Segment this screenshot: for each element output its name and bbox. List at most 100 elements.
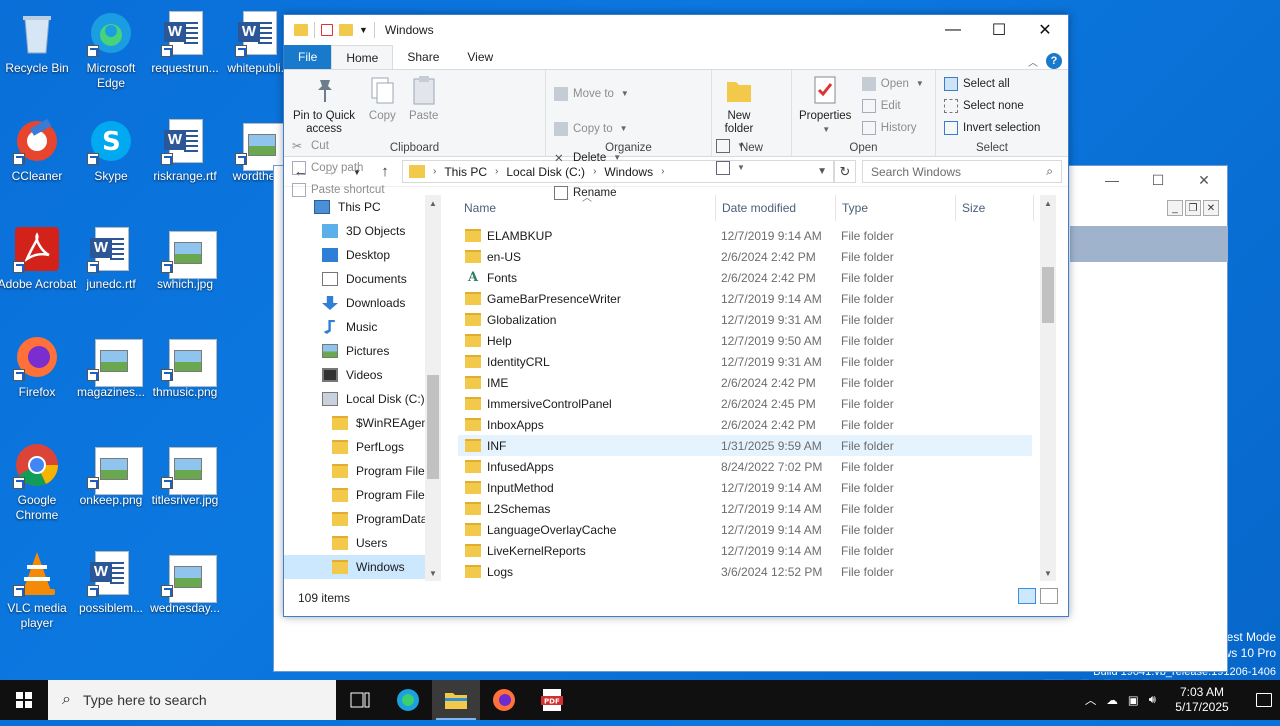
nav-item[interactable]: $WinREAgent: [284, 411, 425, 435]
file-row[interactable]: ImmersiveControlPanel 2/6/2024 2:45 PM Fil…: [458, 393, 1032, 414]
clock[interactable]: 7:03 AM 5/17/2025: [1166, 685, 1238, 715]
file-row[interactable]: InfusedApps 8/24/2022 7:02 PM File folder: [458, 456, 1032, 477]
file-row[interactable]: Globalization 12/7/2019 9:31 AM File folde…: [458, 309, 1032, 330]
column-size[interactable]: Size: [956, 195, 1034, 221]
file-row[interactable]: INF 1/31/2025 9:59 AM File folder: [458, 435, 1032, 456]
desktop-icon-item[interactable]: Adobe Acrobat: [0, 221, 76, 321]
tab-share[interactable]: Share: [393, 45, 453, 69]
volume-icon[interactable]: 🔊︎: [1149, 694, 1156, 707]
scroll-up-icon[interactable]: ▲: [425, 195, 441, 211]
properties-button[interactable]: Properties ▼: [799, 74, 851, 136]
desktop-icon-item[interactable]: thmusic.png: [148, 329, 222, 429]
desktop-icon-item[interactable]: Recycle Bin: [0, 5, 74, 105]
nav-item[interactable]: PerfLogs: [284, 435, 425, 459]
nav-item[interactable]: Windows: [284, 555, 425, 579]
desktop-icon-item[interactable]: Google Chrome: [0, 437, 74, 537]
large-icons-view-icon[interactable]: [1040, 588, 1058, 604]
column-date-modified[interactable]: Date modified: [716, 195, 836, 221]
edit-button[interactable]: Edit: [861, 96, 924, 115]
desktop-icon-item[interactable]: junedc.rtf: [74, 221, 148, 321]
task-view-icon[interactable]: [336, 680, 384, 720]
desktop-icon-item[interactable]: CCleaner: [0, 113, 74, 213]
copy-path-button[interactable]: Copy path: [292, 158, 385, 177]
desktop-icon-item[interactable]: wednesday...: [148, 545, 222, 645]
breadcrumb-this-pc[interactable]: This PC: [444, 165, 487, 179]
nav-item[interactable]: Music: [284, 315, 425, 339]
file-row[interactable]: InputMethod 12/7/2019 9:14 AM File folder: [458, 477, 1032, 498]
title-bar[interactable]: ▼ Windows — ☐ ✕: [284, 15, 1068, 45]
pdf-taskbar-icon[interactable]: PDF: [528, 680, 576, 720]
scroll-down-icon[interactable]: ▼: [425, 565, 441, 581]
maximize-icon[interactable]: ☐: [1135, 166, 1181, 194]
address-dropdown-icon[interactable]: ▼: [817, 166, 827, 177]
file-row[interactable]: InboxApps 2/6/2024 2:42 PM File folder: [458, 414, 1032, 435]
file-row[interactable]: Help 12/7/2019 9:50 AM File folder: [458, 330, 1032, 351]
nav-item[interactable]: Desktop: [284, 243, 425, 267]
nav-item[interactable]: Program Files: [284, 459, 425, 483]
taskbar-search[interactable]: ⌕ Type here to search: [48, 680, 336, 720]
nav-scroll-thumb[interactable]: [427, 375, 439, 479]
mdi-minimize-icon[interactable]: _: [1167, 200, 1183, 216]
details-view-icon[interactable]: [1018, 588, 1036, 604]
close-icon[interactable]: ✕: [1181, 166, 1227, 194]
file-row[interactable]: en-US 2/6/2024 2:42 PM File folder: [458, 246, 1032, 267]
column-type[interactable]: Type: [836, 195, 956, 221]
properties-qat-icon[interactable]: [321, 24, 333, 36]
nav-item[interactable]: Documents: [284, 267, 425, 291]
minimize-button[interactable]: —: [930, 15, 976, 45]
help-icon[interactable]: ?: [1046, 53, 1062, 69]
desktop-icon-item[interactable]: onkeep.png: [74, 437, 148, 537]
file-row[interactable]: GameBarPresenceWriter 12/7/2019 9:14 AM Fi…: [458, 288, 1032, 309]
file-row[interactable]: ELAMBKUP 12/7/2019 9:14 AM File folder: [458, 225, 1032, 246]
desktop-icon-item[interactable]: Firefox: [0, 329, 74, 429]
invert-selection-button[interactable]: Invert selection: [944, 118, 1040, 137]
desktop-icon-item[interactable]: riskrange.rtf: [148, 113, 222, 213]
file-row[interactable]: Logs 3/6/2024 12:52 PM File folder: [458, 561, 1032, 582]
nav-item[interactable]: Downloads: [284, 291, 425, 315]
search-box[interactable]: Search Windows ⌕: [862, 160, 1062, 183]
chevron-up-icon[interactable]: ︿: [1085, 692, 1097, 708]
file-scrollbar[interactable]: ▲ ▼: [1040, 195, 1056, 581]
file-row[interactable]: A Fonts 2/6/2024 2:42 PM File folder: [458, 267, 1032, 288]
nav-item[interactable]: Videos: [284, 363, 425, 387]
nav-item[interactable]: This PC: [284, 195, 425, 219]
copy-button[interactable]: Copy: [366, 74, 398, 123]
select-none-button[interactable]: Select none: [944, 96, 1040, 115]
scroll-up-icon[interactable]: ▲: [1040, 195, 1056, 211]
nav-item[interactable]: 3D Objects: [284, 219, 425, 243]
mdi-close-icon[interactable]: ✕: [1203, 200, 1219, 216]
nav-scrollbar[interactable]: ▲ ▼: [425, 195, 441, 581]
mdi-restore-icon[interactable]: ❐: [1185, 200, 1201, 216]
desktop-icon-item[interactable]: possiblem...: [74, 545, 148, 645]
file-row[interactable]: IdentityCRL 12/7/2019 9:31 AM File folder: [458, 351, 1032, 372]
tab-view[interactable]: View: [453, 45, 507, 69]
select-all-button[interactable]: Select all: [944, 74, 1040, 93]
tab-file[interactable]: File: [284, 45, 332, 69]
scroll-down-icon[interactable]: ▼: [1040, 565, 1056, 581]
nav-item[interactable]: Pictures: [284, 339, 425, 363]
file-row[interactable]: LanguageOverlayCache 12/7/2019 9:14 AM Fil…: [458, 519, 1032, 540]
close-button[interactable]: ✕: [1022, 15, 1068, 45]
desktop-icon-item[interactable]: swhich.jpg: [148, 221, 222, 321]
edge-taskbar-icon[interactable]: [384, 680, 432, 720]
move-to-button[interactable]: Move to ▼: [554, 84, 629, 103]
minimize-icon[interactable]: —: [1089, 166, 1135, 194]
desktop-icon-item[interactable]: requestrun...: [148, 5, 222, 105]
start-button[interactable]: [0, 680, 48, 720]
new-folder-button[interactable]: New folder: [719, 74, 759, 136]
file-explorer-taskbar-icon[interactable]: [432, 680, 480, 720]
nav-item[interactable]: Users: [284, 531, 425, 555]
paste-button[interactable]: Paste: [408, 74, 440, 123]
copy-to-button[interactable]: Copy to ▼: [554, 119, 629, 138]
nav-item[interactable]: Local Disk (C:): [284, 387, 425, 411]
desktop-icon-item[interactable]: titlesriver.jpg: [148, 437, 222, 537]
maximize-button[interactable]: ☐: [976, 15, 1022, 45]
collapse-ribbon-icon[interactable]: ︿: [1028, 54, 1038, 69]
desktop-icon-item[interactable]: VLC media player: [0, 545, 74, 645]
desktop-icon-item[interactable]: magazines...: [74, 329, 148, 429]
new-folder-qat-icon[interactable]: [339, 24, 353, 36]
file-row[interactable]: L2Schemas 12/7/2019 9:14 AM File folder: [458, 498, 1032, 519]
desktop-icon-item[interactable]: Microsoft Edge: [74, 5, 148, 105]
onedrive-icon[interactable]: ☁: [1106, 693, 1118, 707]
file-row[interactable]: IME 2/6/2024 2:42 PM File folder: [458, 372, 1032, 393]
